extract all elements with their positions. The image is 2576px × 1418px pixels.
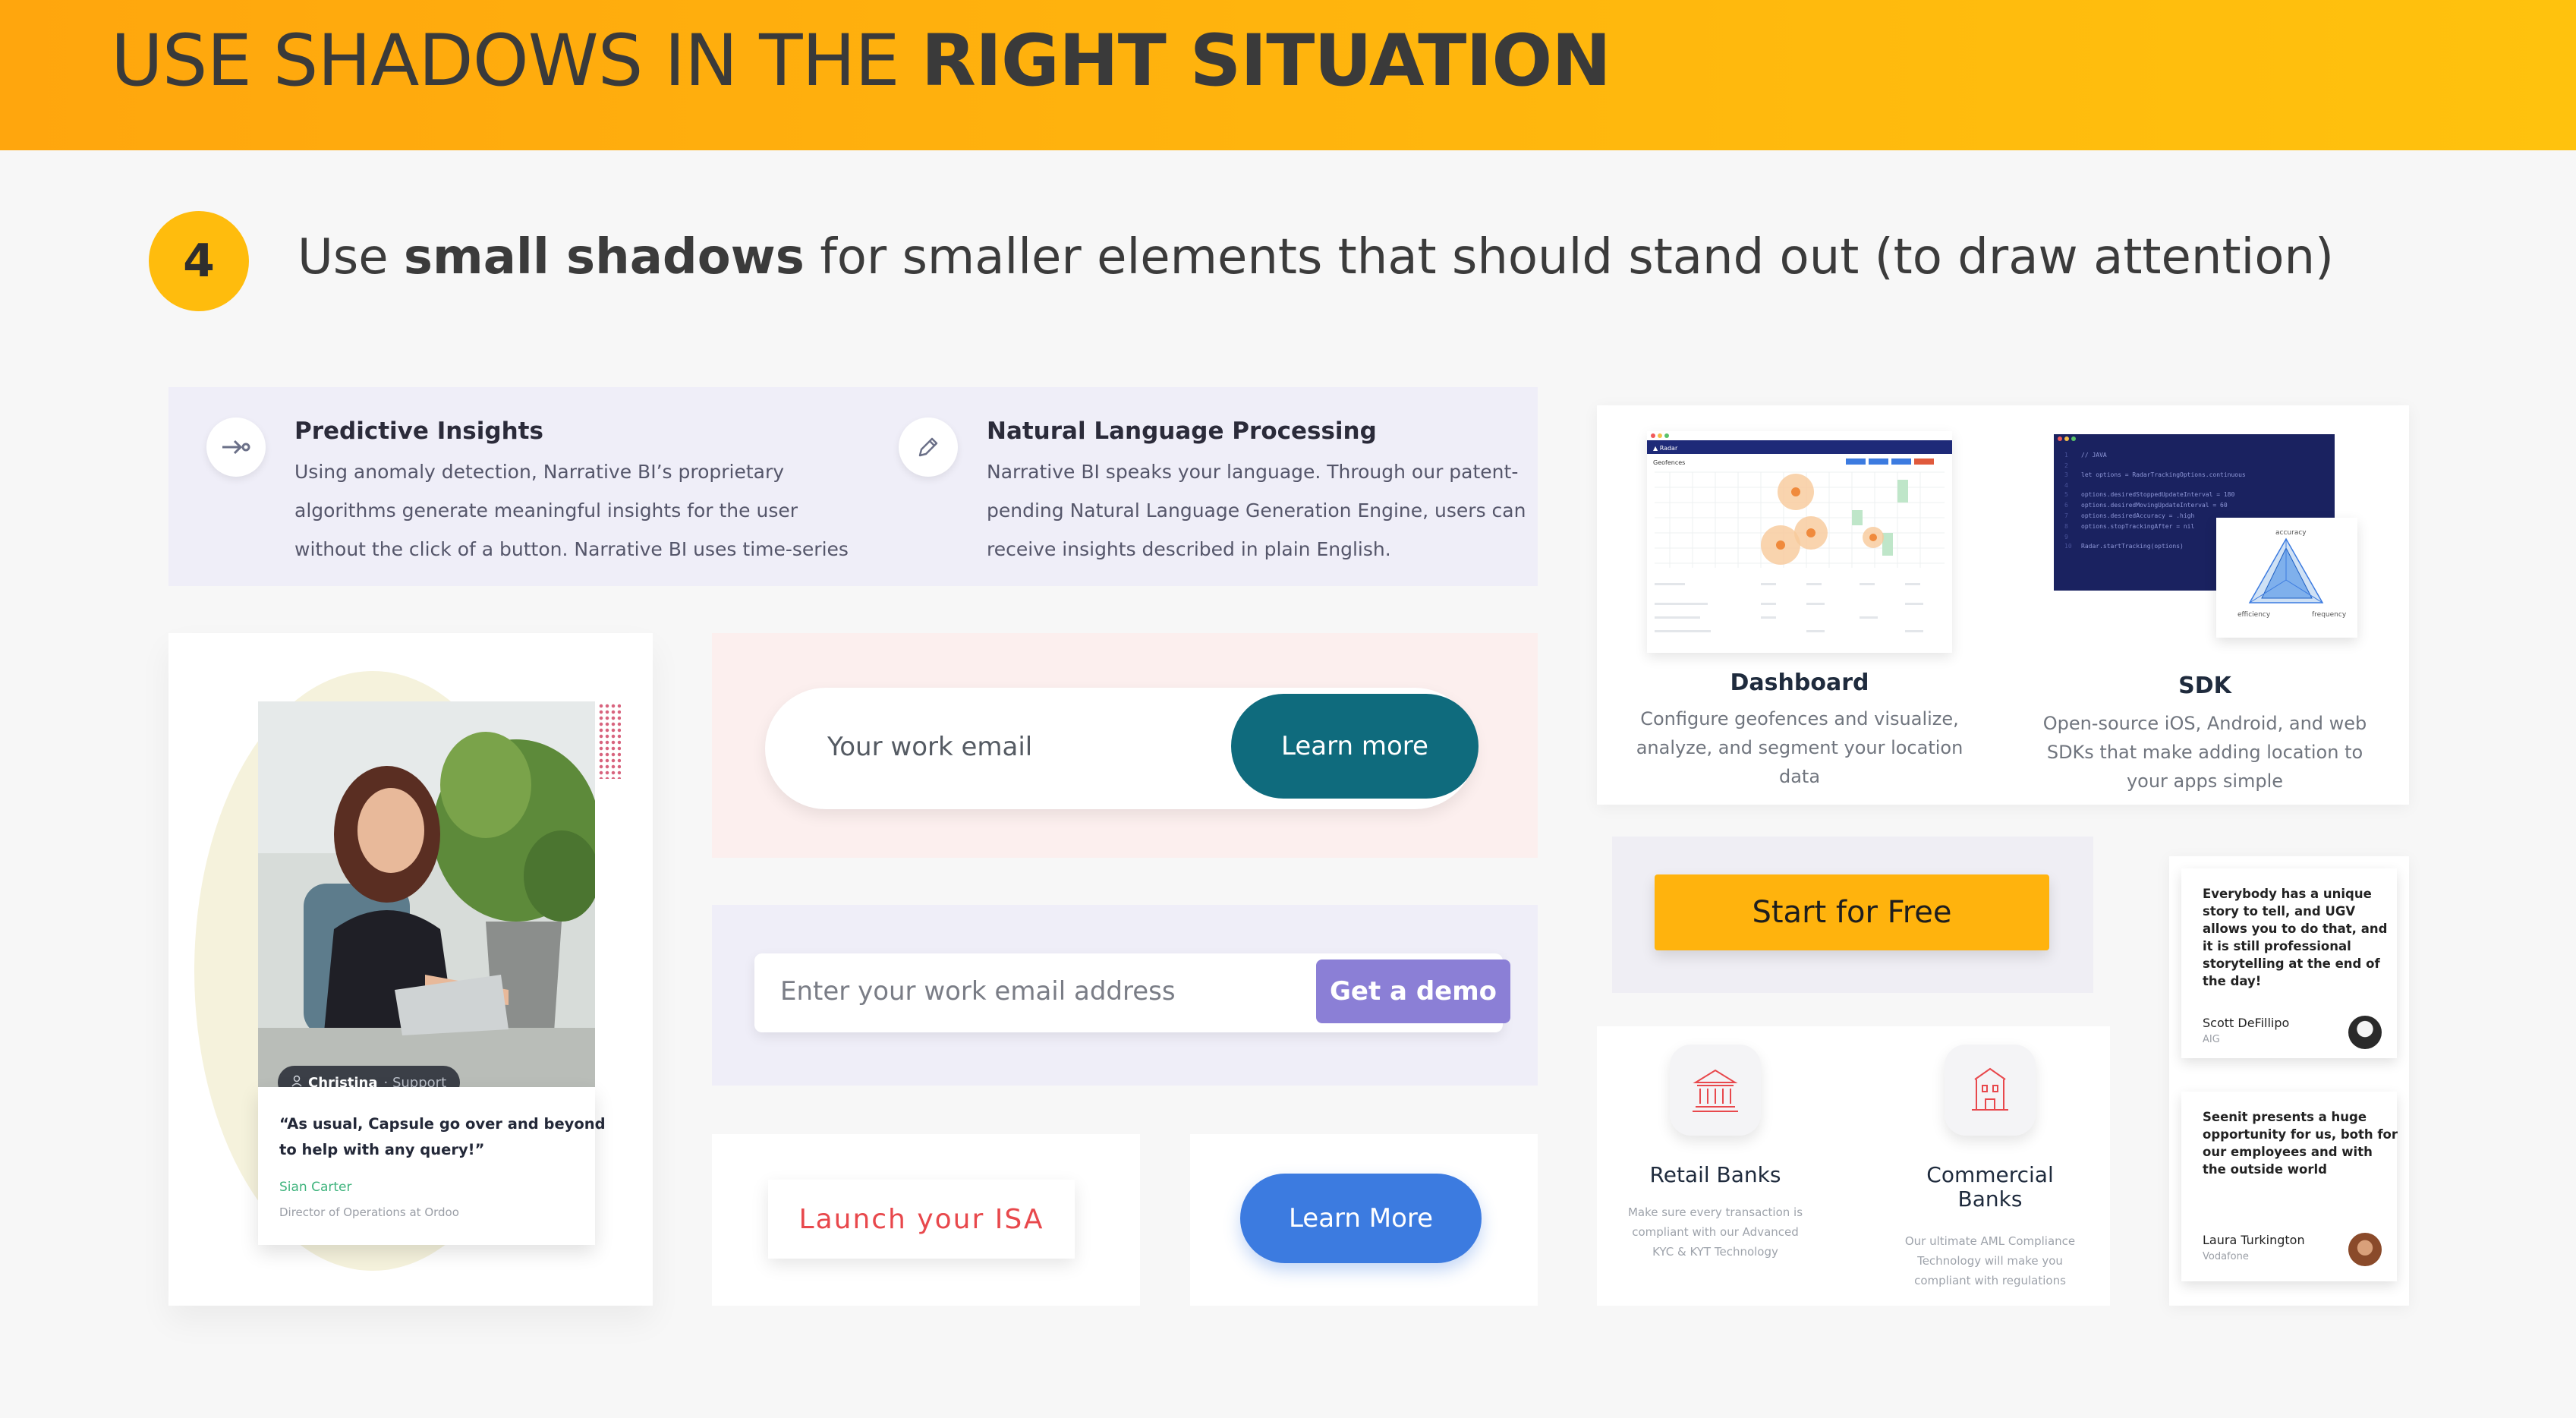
retail-banks-title: Retail Banks: [1649, 1162, 1781, 1187]
quote-author: Laura Turkington: [2203, 1233, 2305, 1247]
bank-building-icon: [1670, 1045, 1761, 1136]
work-email-address-input[interactable]: Enter your work email address: [780, 976, 1176, 1007]
svg-text:4: 4: [2064, 482, 2068, 489]
features-panel: ▲ Radar Geofences Dashboard Configure ge…: [1597, 405, 2409, 805]
quotes-panel: Everybody has a unique story to tell, an…: [2169, 856, 2409, 1306]
svg-text:options.stopTrackingAfter = ni: options.stopTrackingAfter = nil: [2081, 523, 2194, 530]
testimonial-quote-card: “As usual, Capsule go over and beyond to…: [258, 1087, 606, 1245]
sdk-description: Open-source iOS, Android, and web SDKs t…: [2042, 713, 2367, 792]
dashboard-screenshot: ▲ Radar Geofences: [1647, 431, 1952, 653]
commercial-building-icon: [1945, 1045, 2036, 1136]
svg-text:let options = RadarTrackingOpt: let options = RadarTrackingOptions.conti…: [2081, 471, 2246, 478]
quote-author: Scott DeFillipo: [2203, 1016, 2290, 1030]
insights-panel: Predictive Insights Using anomaly detect…: [168, 387, 1538, 586]
email-signup-form: Your work email Learn more: [765, 688, 1479, 809]
avatar: [2348, 1233, 2382, 1266]
banks-panel: Retail Banks Make sure every transaction…: [1597, 1026, 2110, 1306]
radar-label: accuracy: [2275, 529, 2307, 537]
start-for-free-button[interactable]: Start for Free: [1655, 874, 2049, 950]
svg-text:▲ Radar: ▲ Radar: [1653, 445, 1678, 452]
demo-signup-panel: Enter your work email address Get a demo: [712, 905, 1538, 1086]
insight-body: Narrative BI speaks your language. Throu…: [987, 461, 1526, 560]
avatar: [2348, 1016, 2382, 1049]
step-number-badge: 4: [149, 211, 249, 311]
svg-text:// JAVA: // JAVA: [2081, 452, 2107, 458]
launch-isa-button[interactable]: Launch your ISA: [768, 1180, 1075, 1259]
quote-text: Seenit presents a huge opportunity for u…: [2203, 1110, 2398, 1177]
svg-text:Radar.startTracking(options): Radar.startTracking(options): [2081, 543, 2184, 550]
commercial-banks-title: Commercial Banks: [1926, 1162, 2054, 1212]
demo-signup-form: Enter your work email address Get a demo: [754, 953, 1510, 1032]
sdk-title: SDK: [2178, 673, 2231, 699]
svg-text:1: 1: [2064, 452, 2068, 458]
page-title: USE SHADOWS IN THE RIGHT SITUATION: [111, 20, 1611, 102]
svg-text:10: 10: [2064, 543, 2072, 550]
svg-text:options.desiredStoppedUpdateIn: options.desiredStoppedUpdateInterval = 1…: [2081, 491, 2234, 498]
svg-text:options.desiredMovingUpdateInt: options.desiredMovingUpdateInterval = 60: [2081, 502, 2228, 509]
isa-panel: Launch your ISA: [712, 1134, 1140, 1306]
email-signup-panel: Your work email Learn more: [712, 633, 1538, 858]
get-demo-button[interactable]: Get a demo: [1316, 960, 1510, 1023]
svg-text:9: 9: [2064, 534, 2068, 540]
step-description: Use small shadows for smaller elements t…: [298, 229, 2334, 285]
testimonial-author: Sian Carter: [279, 1180, 352, 1195]
testimonial-photo: Christina · Support: [258, 701, 595, 1087]
svg-text:7: 7: [2064, 512, 2068, 519]
radar-label: efficiency: [2237, 611, 2271, 619]
dashboard-description: Configure geofences and visualize, analy…: [1636, 708, 1963, 787]
svg-text:options.desiredAccuracy = .hig: options.desiredAccuracy = .high: [2081, 512, 2194, 519]
learn-more-button[interactable]: Learn more: [1231, 694, 1479, 799]
arrow-right-icon: [206, 418, 266, 477]
radar-chart-card: accuracy efficiency frequency: [2216, 518, 2357, 638]
user-icon: [291, 1075, 302, 1088]
decorative-dots: [598, 703, 621, 779]
insight-title: Natural Language Processing: [987, 418, 1377, 445]
svg-text:2: 2: [2064, 462, 2068, 469]
pencil-icon: [899, 418, 958, 477]
testimonial-author-title: Director of Operations at Ordoo: [279, 1205, 459, 1219]
radar-label: frequency: [2312, 611, 2347, 619]
quote-card: Seenit presents a huge opportunity for u…: [2181, 1092, 2398, 1281]
svg-text:5: 5: [2064, 491, 2068, 498]
svg-text:8: 8: [2064, 523, 2068, 530]
dashboard-title: Dashboard: [1730, 670, 1869, 696]
quote-org: AIG: [2203, 1034, 2220, 1045]
testimonial-panel: Christina · Support “As usual, Capsule g…: [168, 633, 653, 1306]
work-email-input[interactable]: Your work email: [827, 732, 1032, 762]
svg-text:3: 3: [2064, 471, 2068, 478]
insight-body: Using anomaly detection, Narrative BI’s …: [294, 461, 849, 560]
start-free-panel: Start for Free: [1612, 837, 2093, 993]
svg-text:6: 6: [2064, 502, 2068, 509]
quote-text: Everybody has a unique story to tell, an…: [2203, 887, 2388, 988]
svg-text:Geofences: Geofences: [1653, 459, 1685, 466]
insight-title: Predictive Insights: [294, 418, 543, 445]
retail-banks-description: Make sure every transaction is compliant…: [1627, 1205, 1803, 1259]
testimonial-quote: “As usual, Capsule go over and beyond to…: [279, 1115, 606, 1158]
commercial-banks-description: Our ultimate AML Compliance Technology w…: [1904, 1234, 2076, 1287]
quote-card: Everybody has a unique story to tell, an…: [2181, 868, 2397, 1058]
learn-more-panel: Learn More: [1190, 1134, 1538, 1306]
quote-org: Vodafone: [2203, 1251, 2249, 1262]
support-badge: Christina · Support: [278, 1066, 461, 1088]
learn-more-button[interactable]: Learn More: [1240, 1174, 1482, 1263]
